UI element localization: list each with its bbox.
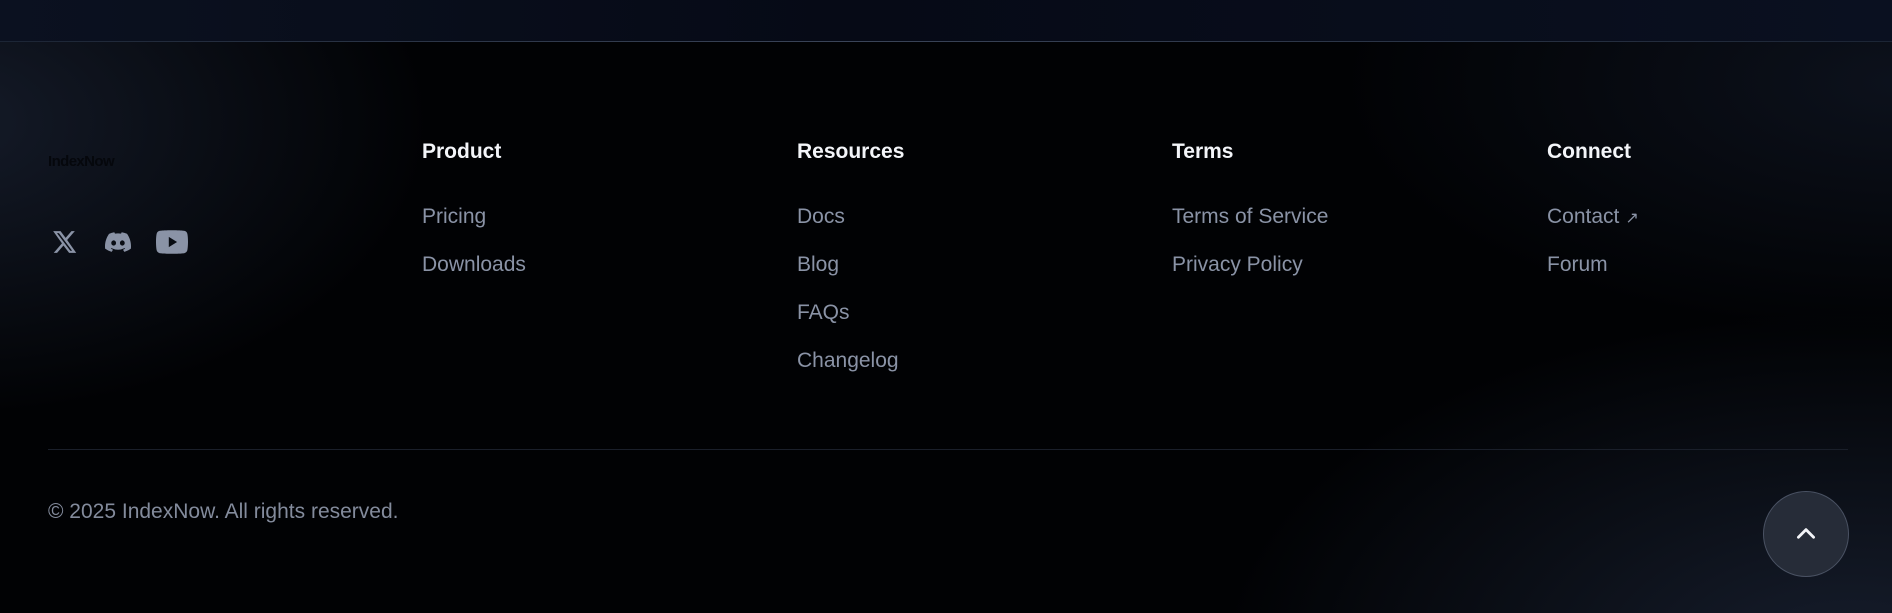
link-changelog[interactable]: Changelog [797, 349, 899, 372]
footer-column-product: Product Pricing Downloads [422, 139, 526, 301]
column-links-terms: Terms of Service Privacy Policy [1172, 205, 1328, 301]
link-privacy-policy[interactable]: Privacy Policy [1172, 253, 1303, 276]
column-links-resources: Docs Blog FAQs Changelog [797, 205, 904, 397]
footer-column-connect: Connect Contact ↗ Forum [1547, 139, 1639, 301]
footer-column-terms: Terms Terms of Service Privacy Policy [1172, 139, 1328, 301]
discord-icon[interactable] [102, 226, 134, 258]
brand-logo-text: IndexNow [48, 152, 115, 170]
x-icon[interactable] [48, 226, 80, 258]
column-links-connect: Contact ↗ Forum [1547, 205, 1639, 301]
back-to-top-button[interactable] [1763, 491, 1849, 577]
brand-logo[interactable]: IndexNow [48, 151, 138, 171]
column-title-resources: Resources [797, 140, 905, 163]
link-terms-of-service[interactable]: Terms of Service [1172, 205, 1328, 228]
link-contact[interactable]: Contact ↗ [1547, 205, 1639, 228]
site-footer [0, 42, 1892, 613]
link-downloads[interactable]: Downloads [422, 253, 526, 276]
column-links-product: Pricing Downloads [422, 205, 526, 301]
external-link-icon: ↗ [1625, 210, 1639, 227]
footer-column-resources: Resources Docs Blog FAQs Changelog [797, 139, 904, 397]
link-pricing[interactable]: Pricing [422, 205, 486, 228]
link-docs[interactable]: Docs [797, 205, 845, 228]
footer-divider [48, 449, 1848, 450]
link-blog[interactable]: Blog [797, 253, 839, 276]
link-contact-label: Contact [1547, 205, 1620, 228]
youtube-icon[interactable] [156, 226, 188, 258]
social-links [48, 226, 188, 258]
link-faqs[interactable]: FAQs [797, 301, 850, 324]
column-title-terms: Terms [1172, 140, 1234, 163]
link-forum[interactable]: Forum [1547, 253, 1608, 276]
page-content-edge [0, 0, 1892, 42]
chevron-up-icon [1797, 528, 1815, 539]
column-title-product: Product [422, 140, 502, 163]
copyright-text: © 2025 IndexNow. All rights reserved. [48, 500, 399, 523]
column-title-connect: Connect [1547, 140, 1631, 163]
